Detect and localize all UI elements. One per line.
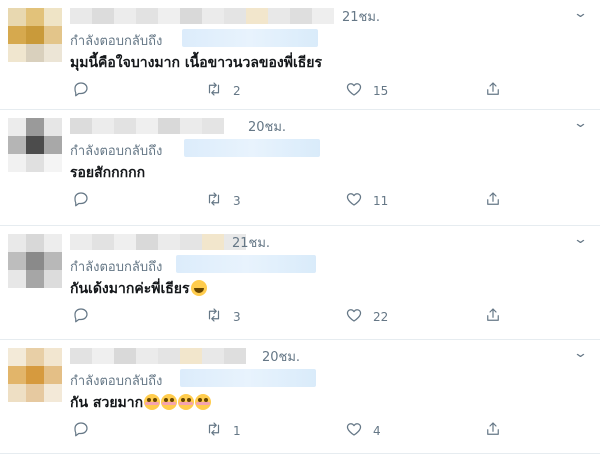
action-bar: 2 15 [0, 80, 600, 100]
replying-to-label: กำลังตอบกลับถึง [70, 34, 163, 49]
timestamp[interactable]: 21ชม. [342, 6, 380, 27]
reply-button[interactable] [72, 190, 90, 211]
blurred-username[interactable] [70, 8, 334, 24]
heart-icon [345, 80, 363, 101]
share-button[interactable] [484, 80, 502, 101]
chevron-down-icon[interactable]: ⌄ [573, 346, 588, 361]
like-button[interactable]: 4 [345, 420, 381, 441]
chevron-down-icon[interactable]: ⌄ [573, 6, 588, 21]
tweet-reply[interactable]: 21ชม. ⌄ กำลังตอบกลับถึงมุมนี้คือใจบางมาก เ… [0, 0, 600, 110]
reply-button[interactable] [72, 80, 90, 101]
retweet-button[interactable]: 3 [205, 190, 241, 211]
flush-emoji-icon [178, 394, 195, 410]
replying-to-label: กำลังตอบกลับถึง [70, 144, 163, 159]
tweet-text-content: รอยสักกกกก [70, 165, 146, 181]
retweet-count: 1 [233, 423, 241, 438]
reply-icon [72, 306, 90, 327]
reply-feed: 21ชม. ⌄ กำลังตอบกลับถึง มุมนี้คือใจบางมาก เ… [0, 0, 600, 454]
blurred-username[interactable] [70, 234, 246, 250]
tweet-text-content: กัน สวยมาก [70, 395, 144, 411]
avatar[interactable] [8, 348, 62, 402]
timestamp[interactable]: 20ชม. [262, 346, 300, 367]
tweet-text-content: กันเด้งมากค่ะพี่เธียร [70, 281, 190, 297]
tweet-reply[interactable]: 20ชม. ⌄ กำลังตอบกลับถึงรอยสักกกกก 3 11 [0, 110, 600, 226]
retweet-icon [205, 420, 223, 441]
like-button[interactable]: 11 [345, 190, 388, 211]
retweet-button[interactable]: 3 [205, 306, 241, 327]
action-bar: 1 4 [0, 420, 600, 440]
share-icon [484, 190, 502, 211]
retweet-icon [205, 306, 223, 327]
flush-emoji-icon [195, 394, 212, 410]
like-count: 4 [373, 423, 381, 438]
replying-to-label: กำลังตอบกลับถึง [70, 374, 163, 389]
heart-icon [345, 306, 363, 327]
retweet-count: 2 [233, 83, 241, 98]
blurred-username[interactable] [70, 348, 246, 364]
blurred-mention[interactable] [184, 139, 320, 157]
tweet-text: มุมนี้คือใจบางมาก เนื้อขาวนวลของพี่เธียร [70, 52, 322, 74]
blurred-mention[interactable] [176, 255, 316, 273]
retweet-icon [205, 190, 223, 211]
share-button[interactable] [484, 190, 502, 211]
heart-icon [345, 420, 363, 441]
avatar[interactable] [8, 118, 62, 172]
replying-to-label: กำลังตอบกลับถึง [70, 260, 163, 275]
reply-icon [72, 420, 90, 441]
like-count: 22 [373, 309, 389, 324]
avatar[interactable] [8, 234, 62, 288]
retweet-button[interactable]: 1 [205, 420, 241, 441]
laugh-emoji-icon [190, 280, 207, 296]
blurred-mention[interactable] [180, 369, 316, 387]
chevron-down-icon[interactable]: ⌄ [573, 232, 588, 247]
flush-emoji-icon [144, 394, 161, 410]
timestamp[interactable]: 21ชม. [232, 232, 270, 253]
reply-button[interactable] [72, 306, 90, 327]
retweet-button[interactable]: 2 [205, 80, 241, 101]
tweet-text-content: มุมนี้คือใจบางมาก เนื้อขาวนวลของพี่เธียร [70, 55, 323, 71]
reply-button[interactable] [72, 420, 90, 441]
avatar[interactable] [8, 8, 62, 62]
like-button[interactable]: 22 [345, 306, 388, 327]
tweet-reply[interactable]: 20ชม. ⌄ กำลังตอบกลับถึงกัน สวยมาก 1 4 [0, 340, 600, 454]
action-bar: 3 11 [0, 190, 600, 210]
timestamp[interactable]: 20ชม. [248, 116, 286, 137]
share-button[interactable] [484, 306, 502, 327]
reply-icon [72, 80, 90, 101]
chevron-down-icon[interactable]: ⌄ [573, 116, 588, 131]
like-count: 15 [373, 83, 389, 98]
share-icon [484, 80, 502, 101]
tweet-reply[interactable]: 21ชม. ⌄ กำลังตอบกลับถึงกันเด้งมากค่ะพี่เธี… [0, 226, 600, 340]
like-count: 11 [373, 193, 389, 208]
blurred-username[interactable] [70, 118, 224, 134]
share-button[interactable] [484, 420, 502, 441]
flush-emoji-icon [161, 394, 178, 410]
share-icon [484, 420, 502, 441]
share-icon [484, 306, 502, 327]
heart-icon [345, 190, 363, 211]
retweet-count: 3 [233, 309, 241, 324]
action-bar: 3 22 [0, 306, 600, 326]
tweet-text: กัน สวยมาก [70, 392, 212, 414]
retweet-count: 3 [233, 193, 241, 208]
reply-icon [72, 190, 90, 211]
tweet-text: รอยสักกกกก [70, 162, 145, 184]
tweet-text: กันเด้งมากค่ะพี่เธียร [70, 278, 207, 300]
blurred-mention[interactable] [182, 29, 318, 47]
retweet-icon [205, 80, 223, 101]
like-button[interactable]: 15 [345, 80, 388, 101]
